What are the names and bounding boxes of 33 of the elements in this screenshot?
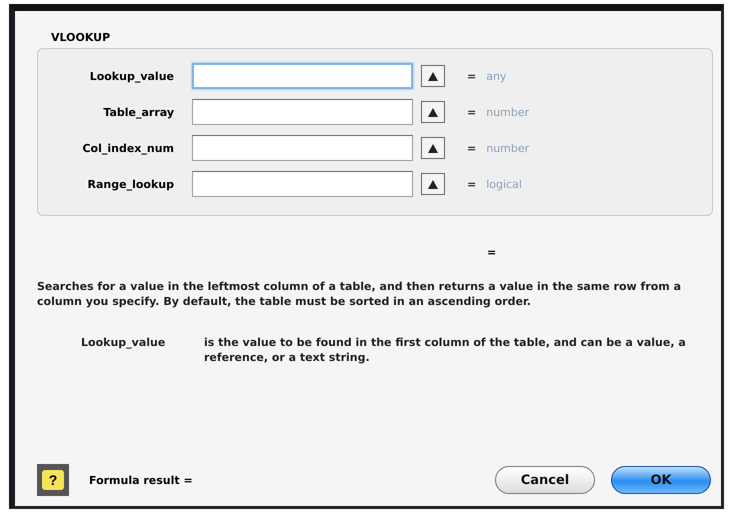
argument-label: Col_index_num (81, 142, 175, 154)
help-button[interactable]: ? (37, 464, 69, 496)
argument-label: Range_lookup (86, 178, 175, 190)
function-name: VLOOKUP (51, 31, 110, 44)
triangle-icon (428, 72, 438, 80)
argument-name: Lookup_value (81, 335, 166, 351)
collapse-button[interactable] (421, 65, 445, 87)
equals-sign: = (487, 246, 496, 259)
function-description: Searches for a value in the leftmost column of a table, and then returns a value in the same row from a column you specify. By default, the table must be sorted in an ascending order. (37, 279, 682, 309)
input-field[interactable] (192, 99, 413, 125)
equals-sign: = (467, 142, 476, 154)
argument-type: number (486, 142, 530, 154)
input-field[interactable] (192, 63, 413, 89)
equals-sign: = (467, 178, 476, 190)
argument-label: Lookup_value (88, 70, 175, 82)
collapse-button[interactable] (421, 173, 445, 195)
input-field[interactable] (192, 135, 413, 161)
formula-result: Formula result = (89, 474, 193, 486)
argument-type: logical (486, 178, 522, 190)
equals-sign: = (467, 106, 476, 118)
cancel-button[interactable]: Cancel (495, 466, 595, 494)
ok-button[interactable]: OK (611, 466, 711, 494)
collapse-button[interactable] (421, 101, 445, 123)
argument-type: number (486, 106, 530, 118)
equals-sign: = (467, 70, 476, 82)
collapse-button[interactable] (421, 137, 445, 159)
triangle-icon (428, 108, 438, 116)
argument-label: Table_array (102, 106, 175, 118)
triangle-icon (428, 144, 438, 152)
argument-type: any (486, 70, 506, 82)
input-field[interactable] (192, 171, 413, 197)
triangle-icon (428, 180, 438, 188)
argument-description: is the value to be found in the first column of the table, and can be a value, a reference, or a text string. (204, 335, 687, 365)
